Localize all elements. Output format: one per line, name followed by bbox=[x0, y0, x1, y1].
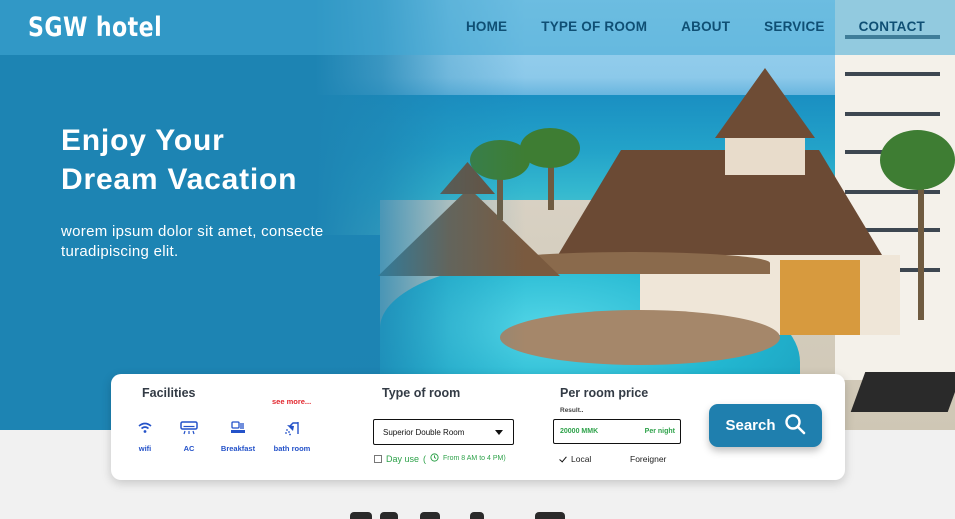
dropdown-caret-icon bbox=[495, 429, 503, 435]
shower-icon bbox=[262, 420, 322, 440]
nav-home[interactable]: HOME bbox=[466, 19, 507, 34]
price-amount: 20000 MMK bbox=[560, 428, 599, 435]
facility-bath-room: bath room bbox=[262, 420, 322, 453]
room-type-select[interactable]: Superior Double Room bbox=[373, 419, 514, 445]
day-use-label: Day use bbox=[386, 453, 420, 464]
nav-links: HOME TYPE OF ROOM ABOUT SERVICE CONTACT bbox=[466, 19, 925, 34]
room-type-title: Type of room bbox=[382, 386, 461, 400]
local-option[interactable]: Local bbox=[559, 454, 591, 464]
room-type-value: Superior Double Room bbox=[383, 427, 465, 437]
hero-subtitle: worem ipsum dolor sit amet, consecte tur… bbox=[61, 223, 324, 260]
hero-background-image bbox=[0, 0, 955, 430]
price-unit: Per night bbox=[644, 428, 675, 435]
search-button-label: Search bbox=[725, 417, 776, 434]
local-checkbox[interactable] bbox=[559, 455, 567, 463]
hero-title: Enjoy Your Dream Vacation bbox=[61, 121, 297, 199]
hero-overlay bbox=[0, 0, 955, 430]
price-title: Per room price bbox=[560, 386, 649, 400]
day-use-checkbox[interactable] bbox=[374, 454, 382, 463]
search-button[interactable]: Search bbox=[709, 404, 822, 447]
search-icon bbox=[784, 413, 806, 439]
facilities-title: Facilities bbox=[142, 386, 196, 400]
facility-label: bath room bbox=[273, 444, 311, 453]
hero-title-line: Dream Vacation bbox=[61, 163, 298, 196]
booking-card: Facilities see more... wifi AC Breakfast… bbox=[111, 374, 845, 480]
page: SGW hotel HOME TYPE OF ROOM ABOUT SERVIC… bbox=[0, 0, 955, 519]
brand-logo[interactable]: SGW hotel bbox=[28, 12, 162, 43]
day-use-option[interactable]: Day use ( From 8 AM to 4 PM) bbox=[374, 453, 506, 464]
section-heading-peek bbox=[350, 512, 590, 519]
nav-about[interactable]: ABOUT bbox=[681, 19, 730, 34]
local-label: Local bbox=[571, 454, 592, 464]
nav-contact[interactable]: CONTACT bbox=[859, 19, 925, 34]
see-more-link[interactable]: see more... bbox=[272, 397, 311, 406]
nav-service[interactable]: SERVICE bbox=[764, 19, 824, 34]
top-navbar: SGW hotel HOME TYPE OF ROOM ABOUT SERVIC… bbox=[0, 0, 955, 55]
clock-icon bbox=[430, 453, 439, 464]
result-label: Result.. bbox=[560, 407, 584, 414]
day-use-hours: From 8 AM to 4 PM) bbox=[443, 455, 506, 462]
foreigner-option[interactable]: Foreigner bbox=[630, 454, 666, 464]
day-use-paren: ( bbox=[423, 453, 427, 464]
breakfast-icon bbox=[208, 420, 268, 440]
hero-title-line: Enjoy Your bbox=[61, 124, 225, 157]
facility-breakfast: Breakfast bbox=[208, 420, 268, 453]
foreigner-label: Foreigner bbox=[630, 454, 667, 464]
nav-type-of-room[interactable]: TYPE OF ROOM bbox=[541, 19, 647, 34]
price-result-box: 20000 MMK Per night bbox=[553, 419, 681, 444]
facility-label: Breakfast bbox=[220, 444, 256, 453]
